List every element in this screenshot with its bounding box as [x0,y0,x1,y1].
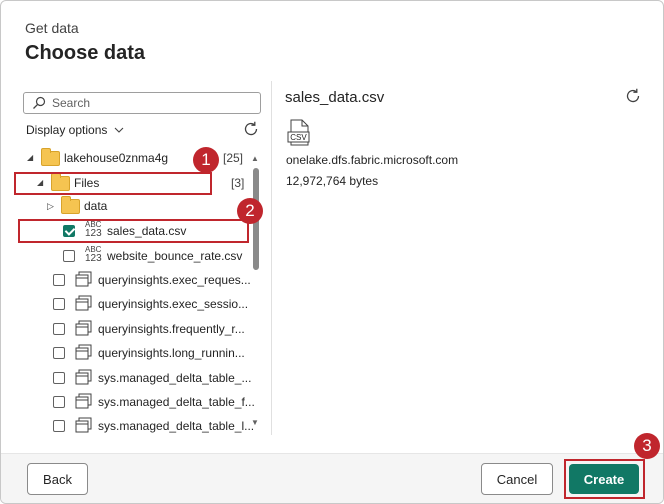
checkbox[interactable] [53,372,65,384]
checkbox[interactable] [63,250,75,262]
tree-item-label: queryinsights.exec_reques... [98,273,251,287]
dialog-title: Choose data [25,42,146,64]
file-source: onelake.dfs.fabric.microsoft.com [286,153,459,167]
table-icon [75,271,92,287]
tree-item-label: queryinsights.frequently_r... [98,322,245,336]
item-count: [3] [231,176,245,190]
checkbox[interactable] [53,347,65,359]
files-highlight [14,172,212,195]
caret-down-icon[interactable]: ◢ [27,153,33,162]
back-button[interactable]: Back [27,463,88,495]
chevron-down-icon [114,127,124,133]
pane-divider [271,81,272,435]
create-button[interactable]: Create [569,464,639,494]
dialog-eyebrow: Get data [25,20,79,36]
table-icon [75,295,92,311]
sales-data-highlight [18,219,249,243]
preview-title: sales_data.csv [285,89,385,106]
checkbox[interactable] [53,298,65,310]
tree-item-table[interactable]: sys.managed_delta_table_l... [1,414,255,438]
csv-file-icon: CSV [287,119,310,146]
tree-item-table[interactable]: queryinsights.exec_reques... [1,268,251,292]
tree-item-label: website_bounce_rate.csv [107,249,243,263]
step-badge-1: 1 [193,147,219,173]
csv-label: CSV [290,133,307,142]
table-icon [75,320,92,336]
tree-item-website-bounce-rate[interactable]: ABC 123 website_bounce_rate.csv [1,244,251,268]
display-options-label: Display options [26,123,108,137]
scroll-down-arrow[interactable]: ▼ [251,418,259,427]
tree-item-label: sys.managed_delta_table_f... [98,395,255,409]
refresh-icon[interactable] [242,120,260,138]
table-icon [75,393,92,409]
table-icon [75,344,92,360]
tree-item-data-folder[interactable]: ▷ data [1,194,251,218]
tree-item-label: queryinsights.exec_sessio... [98,297,249,311]
checkbox[interactable] [53,396,65,408]
tree-item-table[interactable]: queryinsights.long_runnin... [1,341,251,365]
tree-item-label: sys.managed_delta_table_l... [98,419,255,433]
file-type-icon: ABC 123 [85,245,102,264]
tree-item-label: queryinsights.long_runnin... [98,346,245,360]
caret-right-icon[interactable]: ▷ [47,201,54,212]
tree-item-label: lakehouse0znma4g [64,151,169,165]
table-icon [75,417,92,433]
tree-item-table[interactable]: sys.managed_delta_table_... [1,366,251,390]
tree-item-label: sys.managed_delta_table_... [98,371,252,385]
step-badge-2: 2 [237,198,263,224]
display-options-dropdown[interactable]: Display options [26,123,124,137]
file-size: 12,972,764 bytes [286,174,379,188]
search-placeholder: Search [52,96,91,110]
checkbox[interactable] [53,274,65,286]
checkbox[interactable] [53,323,65,335]
choose-data-dialog: Get data Choose data Search Display opti… [0,0,664,504]
tree-item-table[interactable]: sys.managed_delta_table_f... [1,390,255,414]
search-input[interactable]: Search [23,92,261,114]
scroll-up-arrow[interactable]: ▲ [251,154,259,163]
table-icon [75,369,92,385]
tree-item-table[interactable]: queryinsights.frequently_r... [1,317,251,341]
tree-item-table[interactable]: queryinsights.exec_sessio... [1,292,251,316]
checkbox[interactable] [53,420,65,432]
folder-icon [61,196,80,214]
cancel-button[interactable]: Cancel [481,463,553,495]
search-icon [33,96,46,109]
folder-icon [41,148,60,166]
step-badge-3: 3 [634,433,660,459]
refresh-icon[interactable] [624,87,642,105]
tree-item-label: data [84,199,108,213]
item-count: [25] [223,151,244,165]
